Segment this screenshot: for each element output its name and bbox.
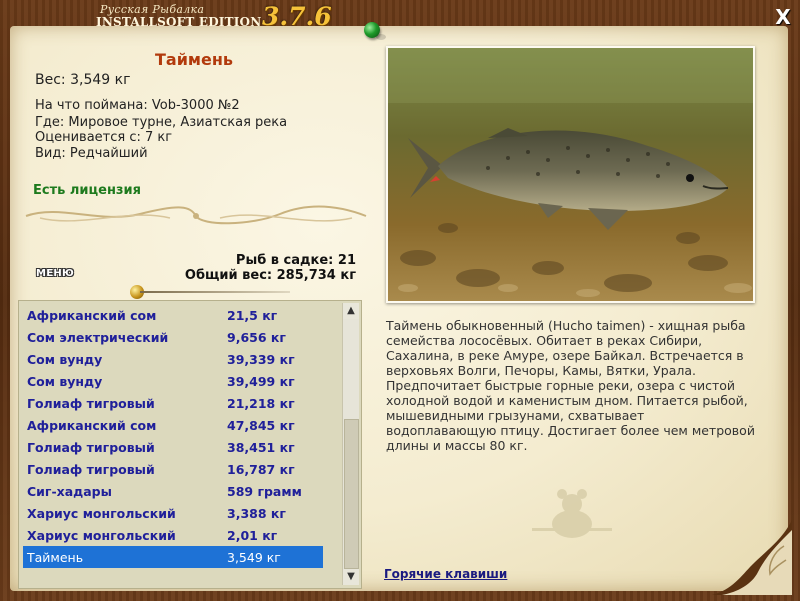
chevron-up-icon[interactable]: ▲ <box>343 303 359 319</box>
close-button[interactable]: X <box>772 6 794 28</box>
catch-name: Хариус монгольский <box>27 528 176 543</box>
keepnet-count: Рыб в садке: 21 <box>235 253 356 268</box>
list-item[interactable]: Голиаф тигровый 38,451 кг <box>23 436 323 458</box>
hotkeys-link[interactable]: Горячие клавиши <box>384 567 507 581</box>
catch-name: Таймень <box>27 550 84 565</box>
fish-valuation: Оценивается с: 7 кг <box>35 130 173 145</box>
list-item[interactable]: Сиг-хадары 589 грамм <box>23 480 323 502</box>
menu-button[interactable]: МЕНЮ <box>36 268 74 279</box>
list-item[interactable]: Африканский сом 21,5 кг <box>23 304 323 326</box>
fish-photo <box>386 46 755 303</box>
scrollbar-thumb[interactable] <box>344 419 359 569</box>
list-item[interactable]: Голиаф тигровый 16,787 кг <box>23 458 323 480</box>
keepnet-total-weight: Общий вес: 285,734 кг <box>184 268 356 283</box>
fishing-stamp-icon <box>532 489 612 538</box>
chevron-down-icon[interactable]: ▼ <box>343 569 359 585</box>
list-item-selected[interactable]: Таймень 3,549 кг <box>23 546 323 568</box>
license-status: Есть лицензия <box>33 183 141 198</box>
list-scrollbar[interactable]: ▲ ▼ <box>342 303 359 585</box>
catch-name: Хариус монгольский <box>27 506 176 521</box>
fish-title: Таймень <box>155 50 234 69</box>
catch-weight: 21,5 кг <box>227 308 278 323</box>
catch-name: Сом электрический <box>27 330 169 345</box>
ornament-divider <box>25 205 367 225</box>
list-item[interactable]: Хариус монгольский 3,388 кг <box>23 502 323 524</box>
catch-weight: 589 грамм <box>227 484 302 499</box>
catch-name: Сом вунду <box>27 374 103 389</box>
catch-name: Сиг-хадары <box>27 484 112 499</box>
catch-weight: 3,549 кг <box>227 550 281 565</box>
list-item[interactable]: Африканский сом 47,845 кг <box>23 414 323 436</box>
fish-bait: На что поймана: Vob-3000 №2 <box>35 98 240 113</box>
fish-photo-image <box>388 48 753 301</box>
catch-name: Африканский сом <box>27 418 157 433</box>
catch-weight: 9,656 кг <box>227 330 286 345</box>
pushpin-shadow <box>376 34 386 40</box>
fish-weight: Вес: 3,549 кг <box>35 72 131 88</box>
list-item[interactable]: Сом электрический 9,656 кг <box>23 326 323 348</box>
list-item[interactable]: Сом вунду 39,499 кг <box>23 370 323 392</box>
catch-weight: 39,339 кг <box>227 352 295 367</box>
page-curl-icon <box>712 520 792 595</box>
catch-weight: 2,01 кг <box>227 528 278 543</box>
catch-weight: 38,451 кг <box>227 440 295 455</box>
catch-weight: 16,787 кг <box>227 462 295 477</box>
catch-list[interactable]: Африканский сом 21,5 кг Сом электрически… <box>18 300 362 589</box>
list-item[interactable]: Сом вунду 39,339 кг <box>23 348 323 370</box>
catch-weight: 47,845 кг <box>227 418 295 433</box>
catch-name: Голиаф тигровый <box>27 440 155 455</box>
divider-line <box>140 291 290 293</box>
list-item[interactable]: Голиаф тигровый 21,218 кг <box>23 392 323 414</box>
catch-weight: 39,499 кг <box>227 374 295 389</box>
catch-name: Голиаф тигровый <box>27 396 155 411</box>
list-item[interactable]: Хариус монгольский 2,01 кг <box>23 524 323 546</box>
catch-name: Африканский сом <box>27 308 157 323</box>
catch-weight: 3,388 кг <box>227 506 286 521</box>
catch-name: Голиаф тигровый <box>27 462 155 477</box>
fish-location: Где: Мировое турне, Азиатская река <box>35 115 288 130</box>
fish-description: Таймень обыкновенный (Hucho taimen) - хи… <box>386 318 755 453</box>
fish-kind: Вид: Редчайший <box>35 146 148 161</box>
catch-weight: 21,218 кг <box>227 396 295 411</box>
catch-name: Сом вунду <box>27 352 103 367</box>
